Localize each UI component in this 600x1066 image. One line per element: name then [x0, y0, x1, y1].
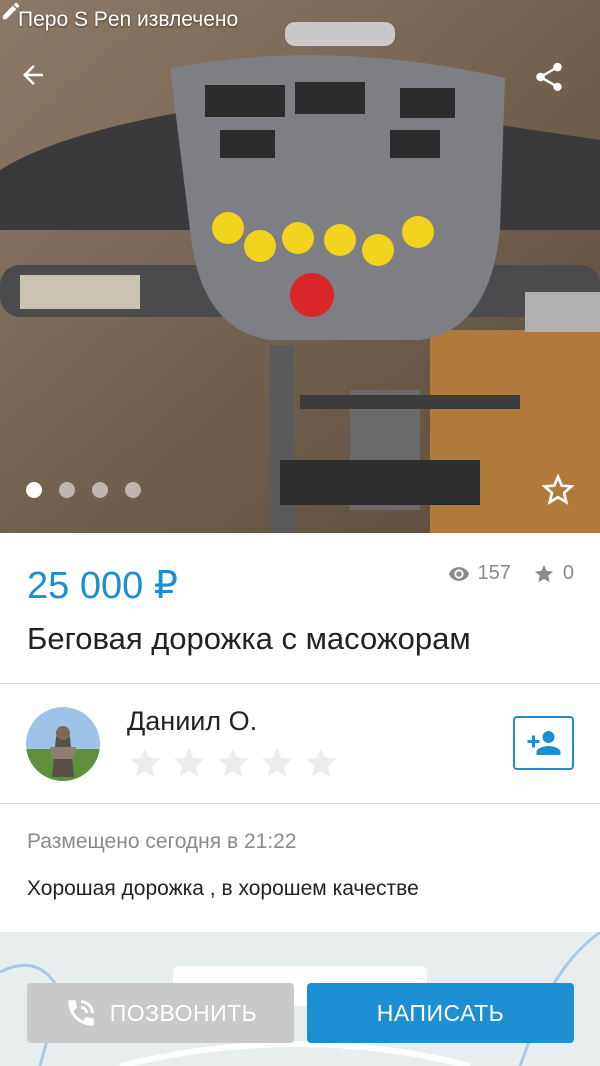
listing-photo[interactable]: Перо S Pen извлечено — [0, 0, 600, 533]
status-bar: Перо S Pen извлечено — [0, 0, 600, 40]
favorite-button[interactable] — [538, 470, 578, 510]
listing-summary — [0, 533, 600, 683]
views-counter: 157 — [448, 562, 511, 585]
treadmill-photo — [0, 0, 600, 533]
listing-stats: 157 0 — [426, 562, 574, 585]
gallery-dot[interactable] — [125, 482, 141, 498]
listing-title: Беговая дорожка с масожорам — [27, 621, 471, 656]
share-button[interactable] — [532, 60, 588, 116]
listing-price: 25 000 ₽ — [27, 565, 178, 607]
arrow-back-icon — [23, 65, 43, 85]
status-notification: Перо S Pen извлечено — [18, 8, 239, 31]
add-contact-button[interactable] — [513, 716, 574, 770]
share-icon — [536, 62, 562, 92]
listing-description: Хорошая дорожка , в хорошем качестве — [27, 877, 419, 900]
posted-date: Размещено сегодня в 21:22 — [27, 830, 297, 853]
favorites-count: 0 — [562, 562, 574, 584]
seller-rating — [127, 745, 339, 781]
rating-star-icon — [174, 748, 204, 777]
write-button-label: НАПИСАТЬ — [376, 999, 505, 1026]
pen-icon — [2, 2, 20, 20]
phone-icon — [67, 1000, 94, 1026]
write-message-button[interactable]: НАПИСАТЬ — [307, 983, 574, 1043]
star-outline-icon — [541, 473, 575, 505]
gallery-dot[interactable] — [92, 482, 108, 498]
rating-star-icon — [130, 748, 160, 777]
rating-star-icon — [262, 748, 292, 777]
rating-star-icon — [218, 748, 248, 777]
favorites-counter: 0 — [533, 562, 574, 585]
call-button-label: ПОЗВОНИТЬ — [109, 999, 258, 1026]
views-count: 157 — [477, 562, 511, 584]
rating-star-icon — [306, 748, 336, 777]
gallery-dot[interactable] — [59, 482, 75, 498]
avatar-image — [26, 707, 100, 781]
seller-name: Даниил О. — [127, 706, 258, 736]
call-button[interactable]: ПОЗВОНИТЬ — [27, 983, 294, 1043]
star-icon — [534, 564, 554, 582]
gallery-dot[interactable] — [26, 482, 42, 498]
back-button[interactable] — [18, 60, 74, 116]
avatar[interactable] — [26, 707, 100, 781]
eye-icon — [448, 566, 469, 581]
person-add-icon — [527, 731, 560, 755]
gallery-indicator — [26, 482, 141, 498]
listing-details — [0, 804, 600, 932]
